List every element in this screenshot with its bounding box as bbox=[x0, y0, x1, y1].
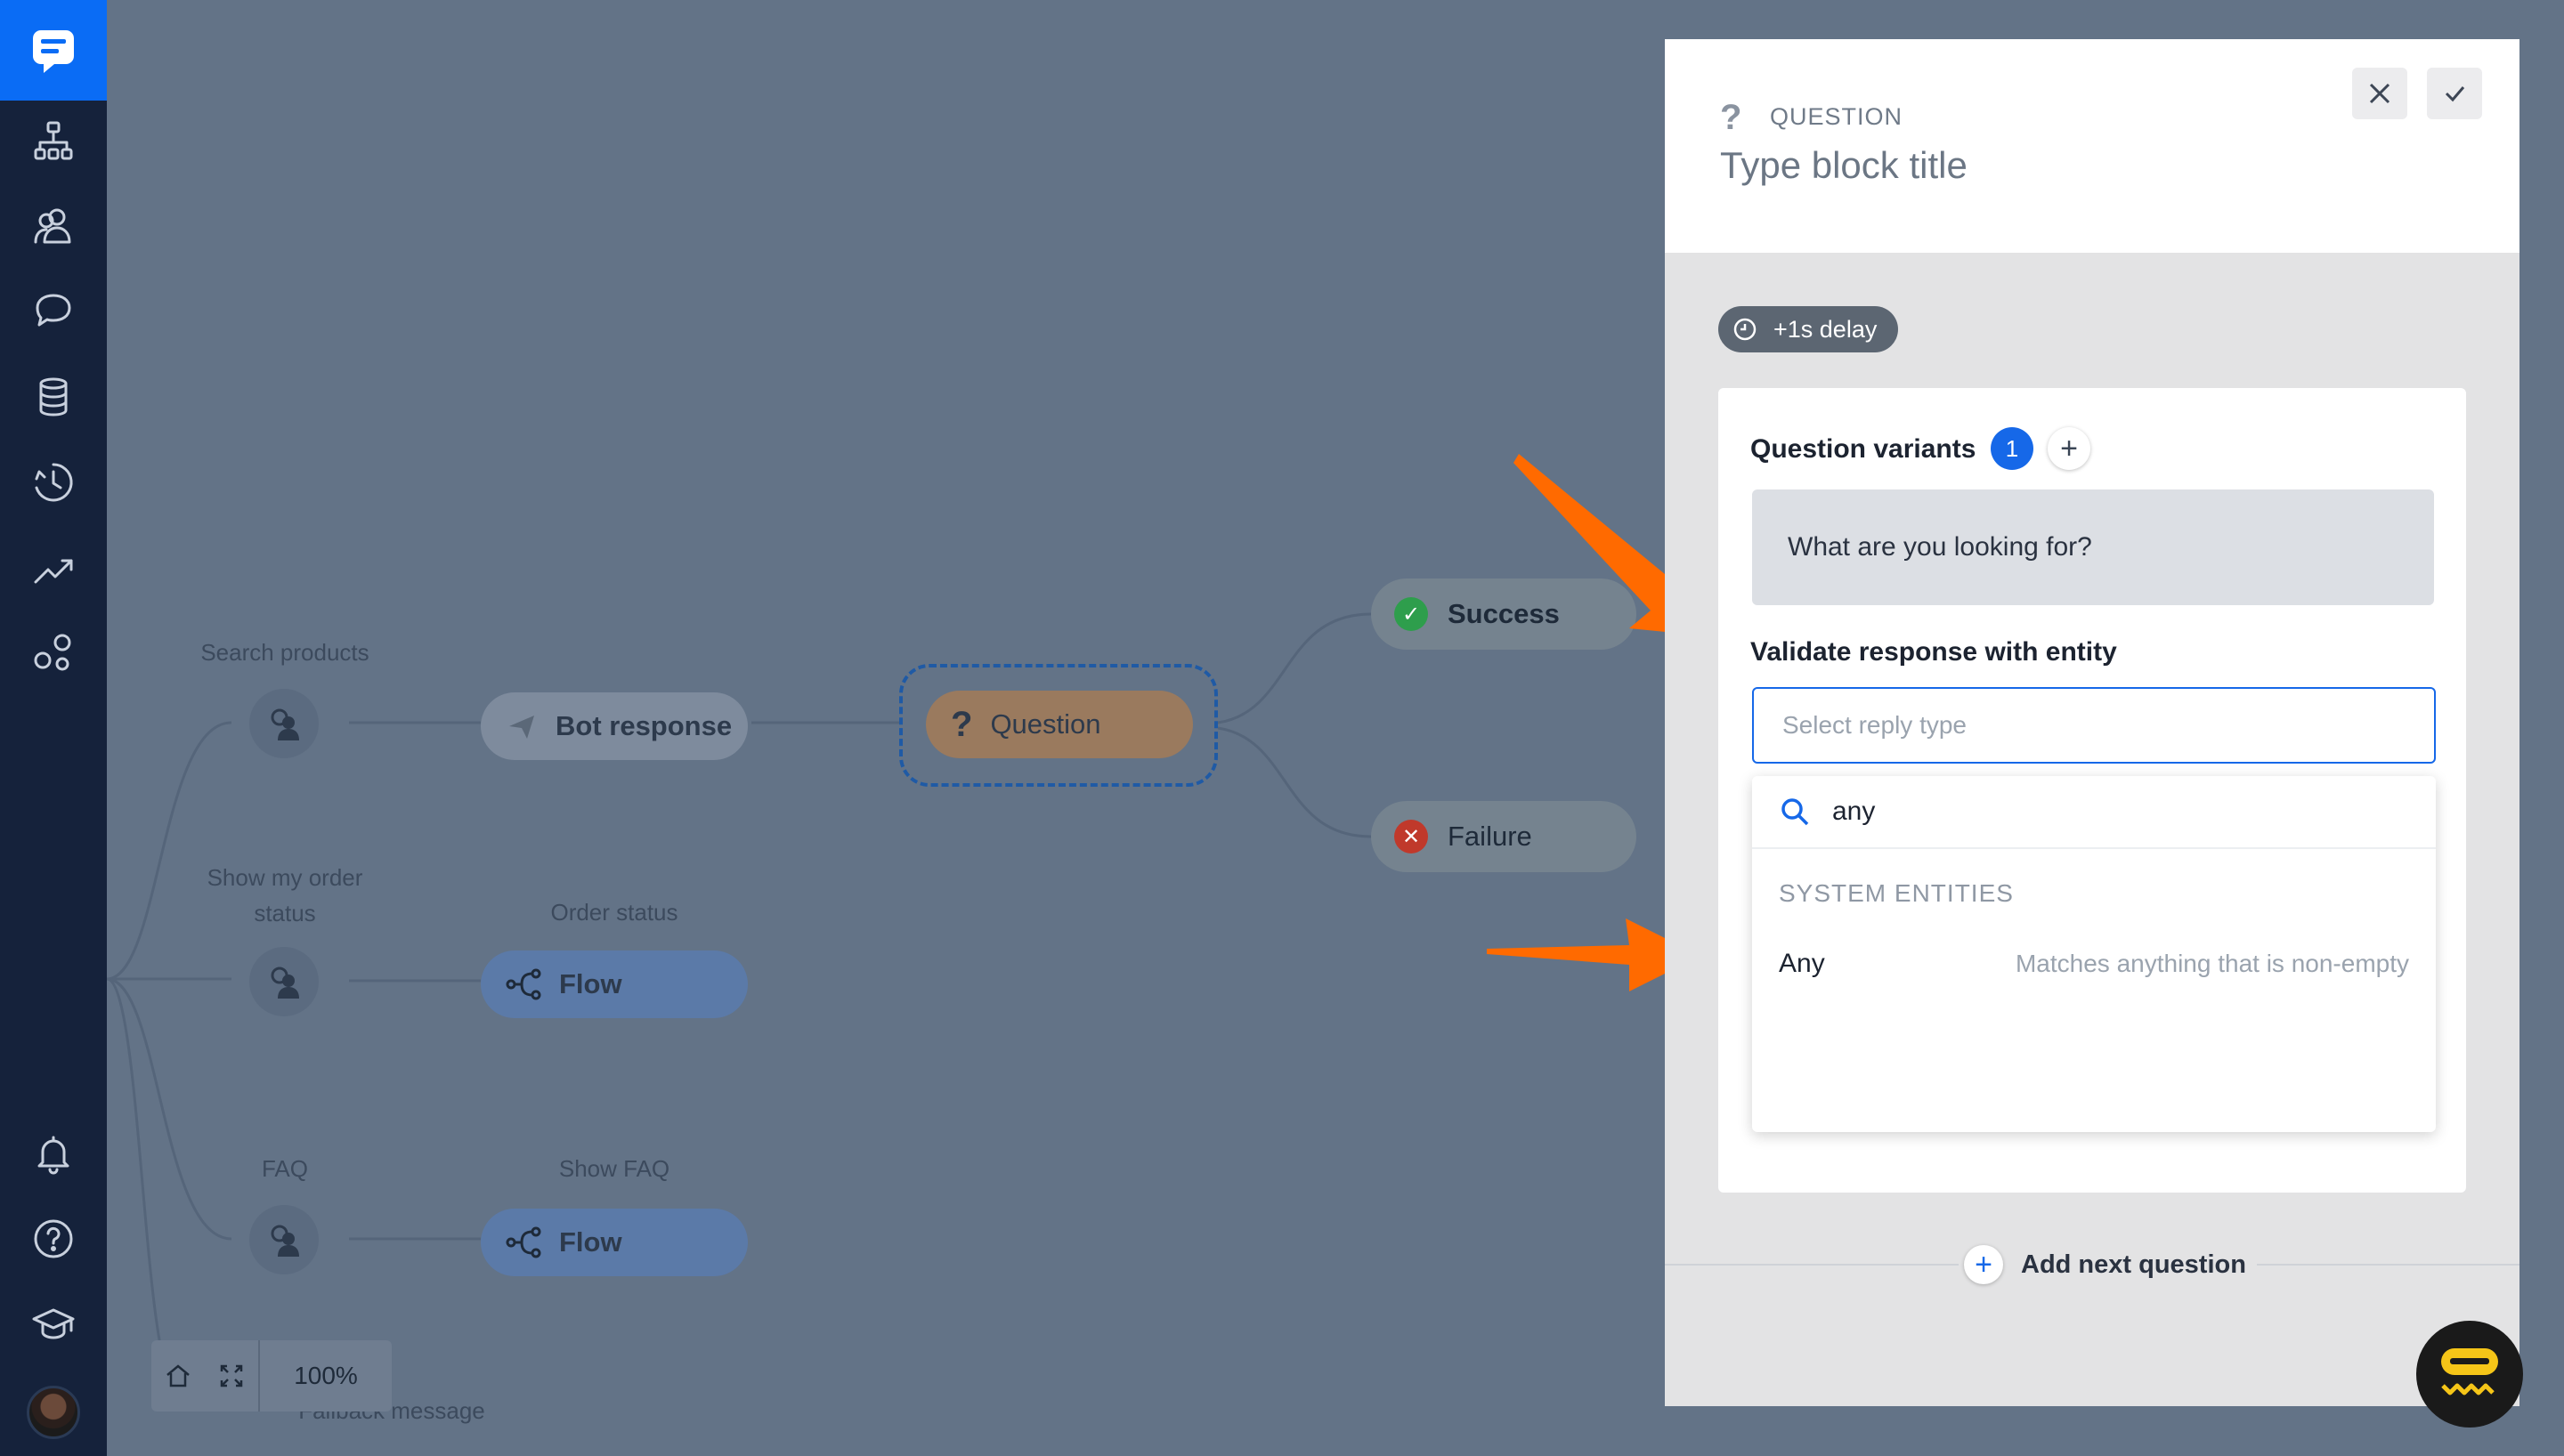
flow-node-show-faq[interactable]: Flow bbox=[481, 1209, 748, 1276]
flow-icon bbox=[506, 1226, 541, 1258]
question-node[interactable]: ? Question bbox=[926, 691, 1193, 758]
entity-dropdown: any SYSTEM ENTITIES Any Matches anything… bbox=[1752, 776, 2436, 1132]
failure-label: Failure bbox=[1448, 821, 1532, 852]
node-label-order-status: Order status bbox=[550, 899, 678, 926]
panel-header: ? QUESTION Type block title bbox=[1665, 39, 2519, 253]
check-icon bbox=[2445, 86, 2465, 102]
flow-label: Flow bbox=[559, 1226, 622, 1258]
bell-icon[interactable] bbox=[27, 1127, 80, 1180]
delay-chip[interactable]: +1s delay bbox=[1718, 306, 1898, 352]
error-icon: ✕ bbox=[1394, 820, 1428, 853]
add-variant-button[interactable]: + bbox=[2048, 427, 2090, 470]
user-avatar[interactable] bbox=[27, 1386, 80, 1439]
analytics-icon[interactable] bbox=[27, 541, 80, 595]
help-icon[interactable] bbox=[27, 1212, 80, 1266]
node-label-faq: FAQ bbox=[261, 1155, 308, 1182]
user-input-node-icon[interactable] bbox=[249, 689, 319, 758]
add-next-question-button[interactable]: + Add next question bbox=[1959, 1242, 2257, 1287]
flow-label: Flow bbox=[559, 968, 622, 999]
user-input-node-icon[interactable] bbox=[249, 1205, 319, 1274]
failure-node[interactable]: ✕ Failure bbox=[1371, 801, 1636, 872]
question-card: Question variants 1 + What are you looki… bbox=[1718, 388, 2466, 1193]
users-icon[interactable] bbox=[27, 199, 80, 253]
clock-icon bbox=[1733, 318, 1757, 341]
option-name: Any bbox=[1779, 949, 1825, 978]
chat-logo-icon[interactable] bbox=[0, 0, 107, 101]
node-label-search-products: Search products bbox=[200, 639, 369, 666]
send-icon bbox=[506, 710, 538, 742]
bot-response-node[interactable]: Bot response bbox=[481, 692, 748, 760]
home-icon[interactable] bbox=[151, 1340, 205, 1412]
bot-response-label: Bot response bbox=[556, 710, 733, 741]
chatbot-logo-icon bbox=[2441, 1348, 2498, 1395]
sidebar bbox=[0, 0, 107, 1456]
user-input-node-icon[interactable] bbox=[249, 947, 319, 1016]
entity-search[interactable]: any bbox=[1752, 776, 2436, 849]
plus-icon: + bbox=[1964, 1245, 2003, 1284]
history-icon[interactable] bbox=[27, 456, 80, 509]
node-label-show-faq: Show FAQ bbox=[558, 1155, 670, 1182]
variants-count-badge[interactable]: 1 bbox=[1991, 427, 2033, 470]
flow-icon bbox=[506, 968, 541, 1000]
group-header-system-entities: SYSTEM ENTITIES bbox=[1779, 879, 2014, 907]
question-icon: ? bbox=[1720, 98, 1742, 137]
zoom-level[interactable]: 100% bbox=[258, 1340, 392, 1412]
search-query-text: any bbox=[1832, 797, 1876, 826]
option-description: Matches anything that is non-empty bbox=[2015, 950, 2409, 977]
question-node-label: Question bbox=[990, 708, 1101, 740]
connector-lines bbox=[107, 612, 1372, 1390]
fit-screen-icon[interactable] bbox=[205, 1340, 258, 1412]
delay-label: +1s delay bbox=[1773, 315, 1878, 343]
question-variants-label: Question variants bbox=[1750, 434, 1976, 464]
entity-option-any[interactable]: Any Matches anything that is non-empty bbox=[1752, 934, 2436, 993]
chat-widget-button[interactable] bbox=[2416, 1321, 2523, 1428]
add-next-question-label: Add next question bbox=[2021, 1250, 2246, 1279]
block-editor-panel: ? QUESTION Type block title +1s delay Qu… bbox=[1665, 39, 2519, 1406]
block-type-label: QUESTION bbox=[1770, 103, 1903, 130]
zoom-toolbar: 100% bbox=[151, 1340, 392, 1412]
close-icon bbox=[2369, 83, 2390, 104]
block-title-input[interactable]: Type block title bbox=[1720, 144, 1968, 187]
flows-icon[interactable] bbox=[27, 114, 80, 167]
check-icon: ✓ bbox=[1394, 597, 1428, 631]
validate-entity-label: Validate response with entity bbox=[1750, 637, 2117, 667]
reply-type-select[interactable]: Select reply type bbox=[1752, 687, 2436, 764]
question-variant-input[interactable]: What are you looking for? bbox=[1752, 489, 2434, 605]
flow-node-order-status[interactable]: Flow bbox=[481, 950, 748, 1018]
conversations-icon[interactable] bbox=[27, 285, 80, 338]
search-icon bbox=[1781, 798, 1809, 826]
question-icon: ? bbox=[951, 704, 973, 744]
confirm-button[interactable] bbox=[2427, 68, 2482, 119]
academy-icon[interactable] bbox=[27, 1298, 80, 1351]
database-icon[interactable] bbox=[27, 370, 80, 424]
integrations-icon[interactable] bbox=[27, 627, 80, 680]
node-label-show-my-order-status: Show my order status bbox=[207, 864, 363, 926]
close-button[interactable] bbox=[2352, 68, 2407, 119]
